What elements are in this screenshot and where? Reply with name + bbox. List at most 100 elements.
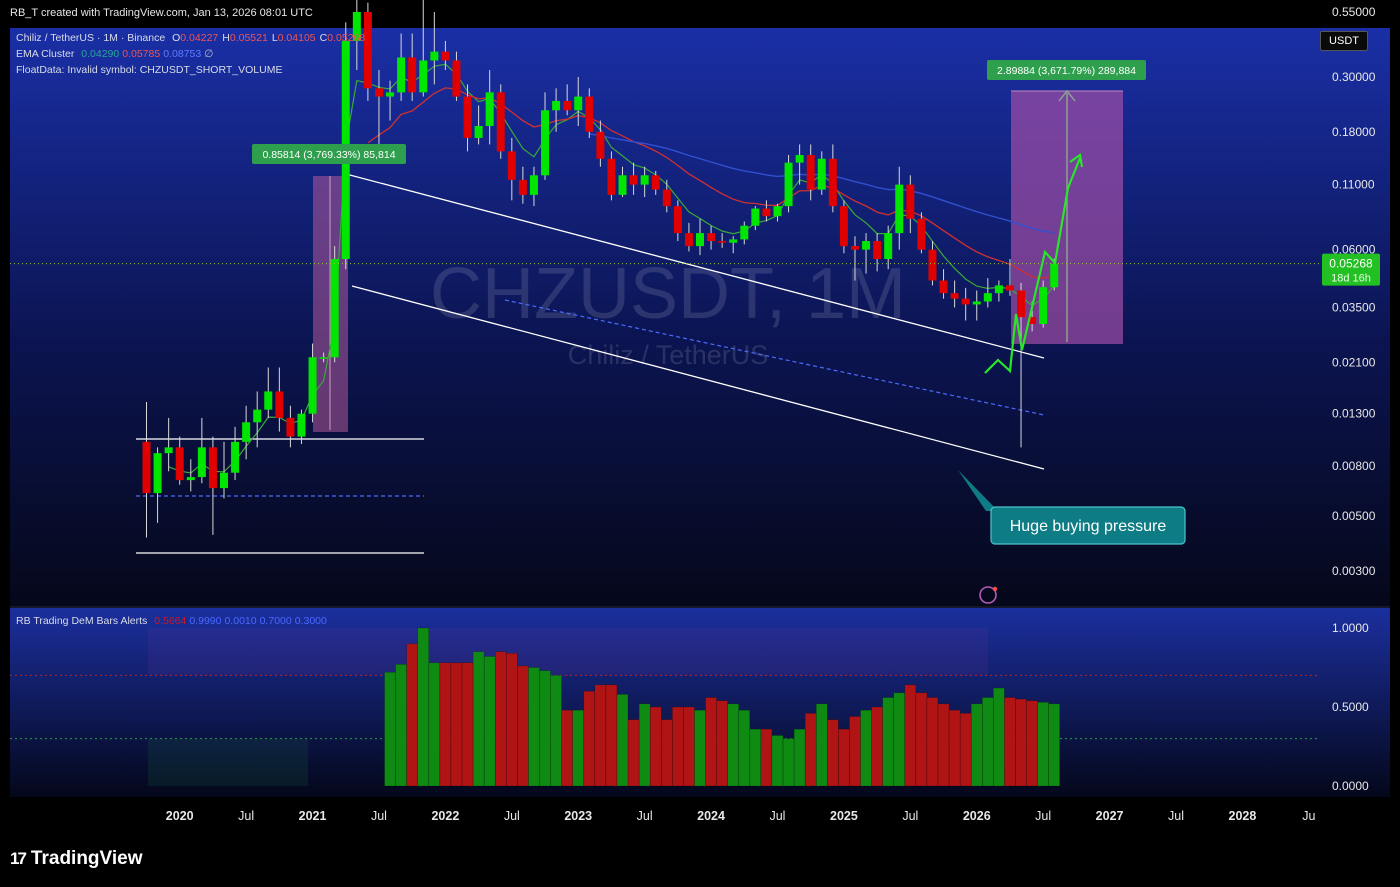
- candle-body: [740, 225, 749, 240]
- dem-bar: [406, 643, 418, 787]
- y-tick-label: 0.00800: [1332, 459, 1376, 473]
- candle-body: [773, 206, 782, 217]
- candle-body: [596, 131, 605, 159]
- y-tick-label: 0.00300: [1332, 564, 1376, 578]
- candle-body: [662, 189, 671, 207]
- dem-bar: [716, 700, 728, 787]
- dem-bar: [483, 656, 496, 787]
- candle-body: [363, 11, 372, 89]
- ema-legend[interactable]: EMA Cluster 0.04290 0.05785 0.08753 ∅: [16, 48, 216, 60]
- candle-body: [408, 57, 417, 93]
- dem-bar: [672, 706, 684, 787]
- x-tick-label: 2024: [697, 809, 725, 823]
- floatdata-text: FloatData: Invalid symbol: CHZUSDT_SHORT…: [16, 64, 283, 76]
- candle-body: [529, 175, 538, 195]
- candle-body: [817, 158, 826, 190]
- dem-bar: [550, 675, 562, 787]
- dem-bar: [904, 684, 917, 787]
- alert-dot-icon: [992, 586, 998, 592]
- dem-bar: [528, 667, 540, 787]
- candle-body: [762, 208, 771, 217]
- chart-svg[interactable]: CHZUSDT, 1MChiliz / TetherUS4.500002.500…: [0, 0, 1400, 887]
- x-tick-label: 2020: [166, 809, 194, 823]
- candle-body: [585, 96, 594, 132]
- candle-body: [231, 441, 240, 473]
- y-tick-label: 0.02100: [1332, 355, 1376, 369]
- ema-values: 0.04290 0.05785 0.08753 ∅: [81, 48, 216, 60]
- ohlc-key-L: L: [271, 32, 278, 44]
- dem-bar: [683, 706, 695, 787]
- candle-body: [928, 249, 937, 281]
- candle-body: [507, 151, 516, 180]
- candle-body: [607, 158, 616, 195]
- dem-bar: [782, 738, 795, 787]
- candle-body: [275, 391, 284, 418]
- dem-bar: [849, 716, 861, 787]
- dem-bar: [506, 653, 518, 787]
- dem-bar: [384, 671, 396, 787]
- dem-bar: [1037, 702, 1049, 787]
- dem-bar: [893, 692, 906, 787]
- tradingview-branding[interactable]: 17 TradingView: [10, 848, 143, 870]
- candle-body: [873, 241, 882, 259]
- y-tick-label: 0.18000: [1332, 125, 1376, 139]
- dem-y-tick-label: 1.0000: [1332, 621, 1369, 635]
- dem-bar: [539, 670, 551, 787]
- candle-body: [839, 206, 848, 247]
- floatdata-legend[interactable]: FloatData: Invalid symbol: CHZUSDT_SHORT…: [16, 64, 282, 76]
- dem-value-3: 0.7000: [259, 615, 292, 627]
- y-tick-label: 0.01300: [1332, 407, 1376, 421]
- candle-body: [308, 357, 317, 414]
- candle-body: [618, 175, 627, 195]
- candle-body: [651, 175, 660, 190]
- dem-bar: [1004, 697, 1016, 787]
- dem-bar: [594, 684, 607, 787]
- dem-bar: [760, 728, 773, 787]
- candle-body: [153, 453, 162, 494]
- candle-body: [574, 96, 583, 111]
- dem-bar: [649, 706, 662, 787]
- candle-body: [684, 233, 693, 247]
- dem-bar: [428, 662, 441, 787]
- candle-body: [629, 175, 638, 185]
- candle-body: [219, 472, 228, 489]
- dem-bar: [450, 662, 463, 787]
- ema-value-2: 0.08753: [163, 48, 202, 60]
- dem-bar: [827, 719, 839, 787]
- candle-body: [286, 417, 295, 437]
- candle-body: [1017, 290, 1026, 318]
- candle-body: [485, 92, 494, 126]
- dem-bar: [982, 697, 994, 787]
- dem-bar: [417, 627, 429, 787]
- candle-body: [242, 422, 251, 442]
- candle-body: [264, 391, 273, 410]
- candle-body: [640, 175, 649, 185]
- currency-button[interactable]: USDT: [1320, 31, 1368, 51]
- watermark-title: CHZUSDT, 1M: [430, 254, 906, 334]
- candle-body: [430, 51, 439, 61]
- dem-bar: [1026, 700, 1038, 787]
- candle-body: [751, 208, 760, 226]
- candle-body: [961, 298, 970, 305]
- candle-body: [496, 92, 505, 152]
- candle-body: [419, 60, 428, 93]
- dem-value-0: 0.5664: [154, 615, 187, 627]
- candle-body: [1039, 287, 1048, 324]
- ema-label: EMA Cluster: [16, 48, 75, 60]
- ema-value-1: 0.05785: [122, 48, 161, 60]
- dem-bar: [860, 709, 872, 787]
- y-tick-label: 0.00500: [1332, 509, 1376, 523]
- symbol-legend[interactable]: Chiliz / TetherUS · 1M · Binance O0.0422…: [16, 32, 369, 44]
- candle-body: [552, 100, 561, 111]
- dem-value-1: 0.9990: [189, 615, 222, 627]
- symbol-name: Chiliz / TetherUS · 1M · Binance: [16, 32, 166, 44]
- callout-text: Huge buying pressure: [1010, 518, 1167, 535]
- dem-values: 0.5664 0.9990 0.0010 0.7000 0.3000: [154, 615, 330, 627]
- dem-bar: [561, 709, 573, 787]
- dem-bar: [1048, 703, 1060, 787]
- dem-lower-zone: [148, 738, 308, 786]
- ohlc-values: O0.04227 H0.05521 L0.04105 C0.05268: [172, 32, 369, 44]
- dem-bar: [461, 662, 474, 787]
- dem-bar: [1015, 698, 1027, 787]
- dem-legend[interactable]: RB Trading DeM Bars Alerts 0.5664 0.9990 0…: [16, 615, 330, 627]
